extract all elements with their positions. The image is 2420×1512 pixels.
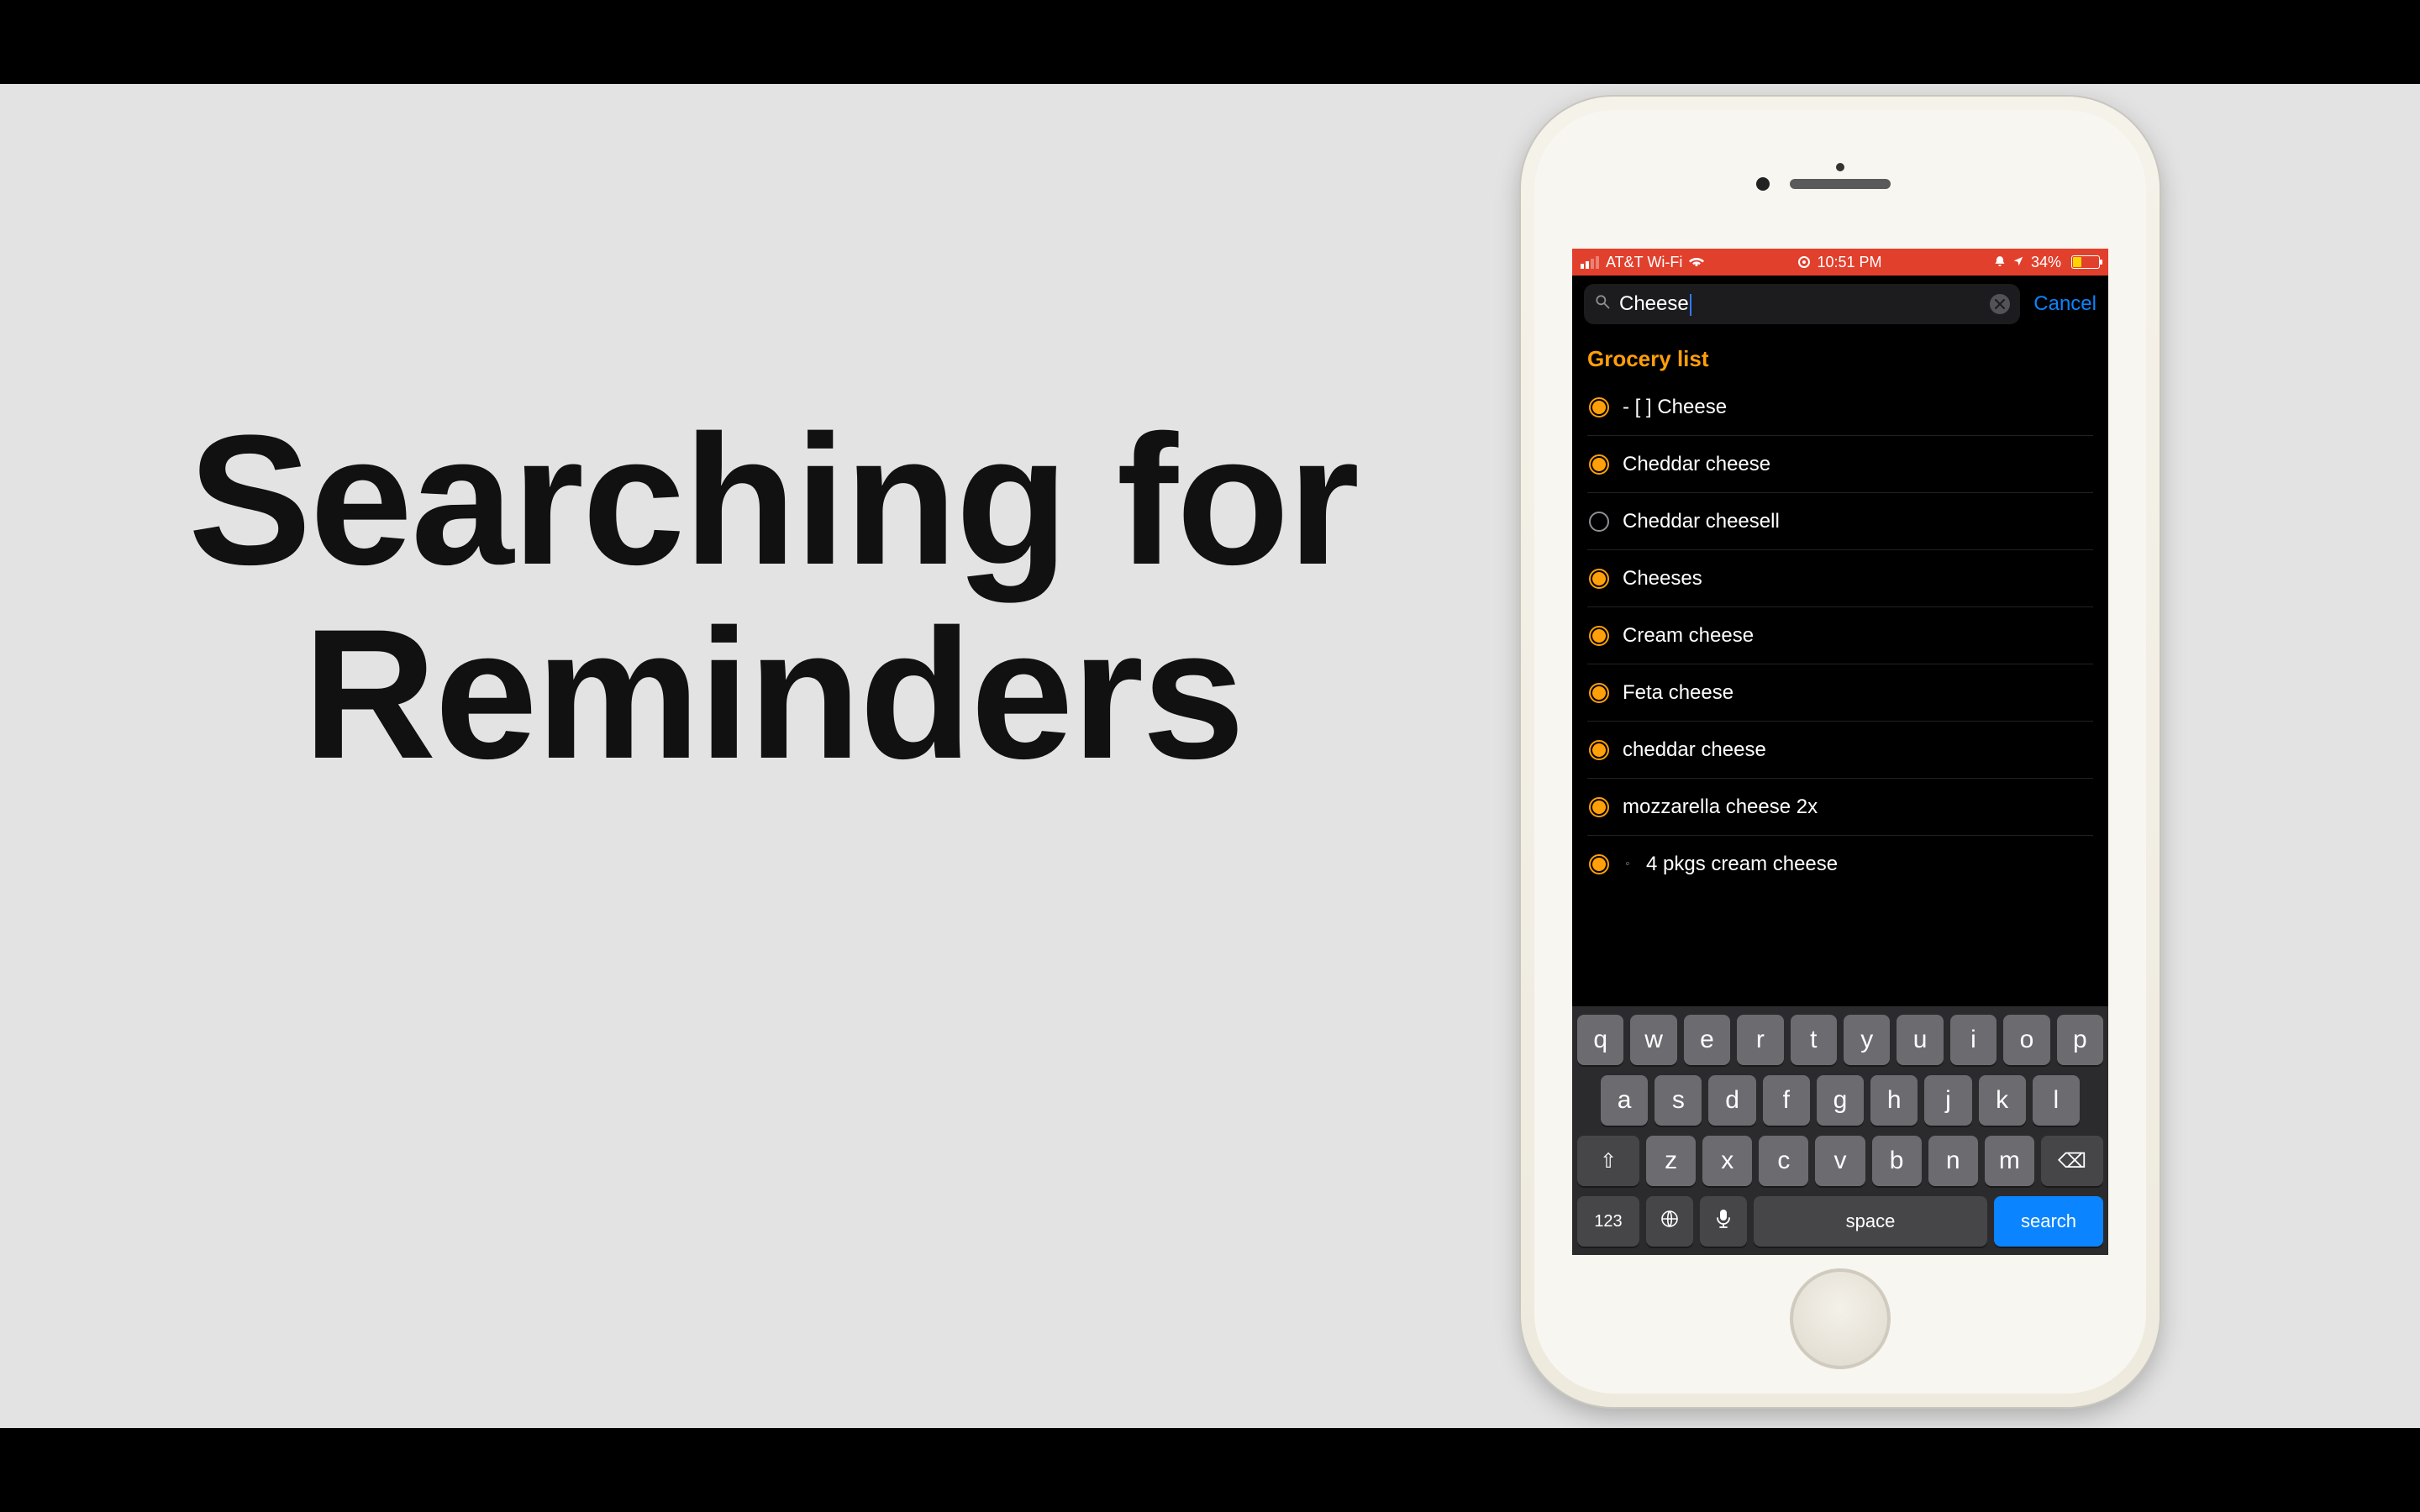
results-section-title: Grocery list xyxy=(1587,338,2093,379)
key-f[interactable]: f xyxy=(1763,1075,1810,1126)
key-y[interactable]: y xyxy=(1844,1015,1890,1065)
reminder-checkbox[interactable] xyxy=(1589,854,1609,874)
reminder-label: - [ ] Cheese xyxy=(1623,396,1727,419)
sub-item-bullet: ◦ xyxy=(1623,857,1633,872)
key-r[interactable]: r xyxy=(1737,1015,1783,1065)
key-w[interactable]: w xyxy=(1630,1015,1676,1065)
cellular-signal-icon xyxy=(1581,256,1599,269)
reminder-checkbox[interactable] xyxy=(1589,569,1609,589)
globe-key[interactable] xyxy=(1646,1196,1693,1247)
list-item[interactable]: Cheddar cheesell xyxy=(1587,493,2093,550)
reminder-checkbox[interactable] xyxy=(1589,454,1609,475)
iphone-bezel: AT&T Wi-Fi 10:51 PM xyxy=(1534,110,2146,1394)
key-x[interactable]: x xyxy=(1702,1136,1752,1186)
key-h[interactable]: h xyxy=(1870,1075,1918,1126)
list-item[interactable]: mozzarella cheese 2x xyxy=(1587,779,2093,836)
earpiece-speaker xyxy=(1790,179,1891,189)
reminder-checkbox[interactable] xyxy=(1589,740,1609,760)
reminder-label: Feta cheese xyxy=(1623,681,1733,705)
backspace-key[interactable]: ⌫ xyxy=(2041,1136,2103,1186)
shift-icon: ⇧ xyxy=(1600,1149,1617,1173)
search-bar: Cheese Cancel xyxy=(1572,276,2108,333)
reminder-label: Cheeses xyxy=(1623,567,1702,591)
reminder-checkbox[interactable] xyxy=(1589,797,1609,817)
list-item[interactable]: cheddar cheese xyxy=(1587,722,2093,779)
key-a[interactable]: a xyxy=(1601,1075,1648,1126)
cancel-button[interactable]: Cancel xyxy=(2033,292,2096,316)
reminder-checkbox[interactable] xyxy=(1589,397,1609,417)
reminder-checkbox[interactable] xyxy=(1589,512,1609,532)
key-m[interactable]: m xyxy=(1985,1136,2034,1186)
dictation-key[interactable] xyxy=(1700,1196,1747,1247)
key-n[interactable]: n xyxy=(1928,1136,1978,1186)
reminder-label: Cheddar cheesell xyxy=(1623,510,1780,533)
space-key[interactable]: space xyxy=(1754,1196,1987,1247)
clear-search-button[interactable] xyxy=(1990,294,2010,314)
letterbox-bottom xyxy=(0,1428,2420,1512)
key-u[interactable]: u xyxy=(1897,1015,1943,1065)
list-item[interactable]: ◦ 4 pkgs cream cheese xyxy=(1587,836,2093,893)
title-line-1: Searching for xyxy=(143,403,1403,597)
home-button[interactable] xyxy=(1791,1269,1890,1368)
key-q[interactable]: q xyxy=(1577,1015,1623,1065)
reminder-label: 4 pkgs cream cheese xyxy=(1646,853,1838,876)
key-z[interactable]: z xyxy=(1646,1136,1696,1186)
microphone-icon xyxy=(1715,1209,1732,1235)
text-caret xyxy=(1690,294,1691,316)
key-v[interactable]: v xyxy=(1815,1136,1865,1186)
key-j[interactable]: j xyxy=(1924,1075,1971,1126)
search-icon xyxy=(1594,293,1611,315)
battery-icon xyxy=(2068,255,2100,269)
key-p[interactable]: p xyxy=(2057,1015,2103,1065)
key-b[interactable]: b xyxy=(1872,1136,1922,1186)
recording-indicator-icon xyxy=(1798,256,1810,268)
key-g[interactable]: g xyxy=(1817,1075,1864,1126)
list-item[interactable]: - [ ] Cheese xyxy=(1587,379,2093,436)
key-t[interactable]: t xyxy=(1791,1015,1837,1065)
battery-pct-label: 34% xyxy=(2031,254,2061,271)
reminder-label: Cheddar cheese xyxy=(1623,453,1770,476)
wifi-icon xyxy=(1689,254,1704,271)
alarm-icon xyxy=(1994,254,2006,271)
clock-label: 10:51 PM xyxy=(1817,254,1881,271)
list-item[interactable]: Feta cheese xyxy=(1587,664,2093,722)
location-icon xyxy=(2012,254,2024,271)
reminder-label: Cream cheese xyxy=(1623,624,1754,648)
key-k[interactable]: k xyxy=(1979,1075,2026,1126)
reminder-checkbox[interactable] xyxy=(1589,683,1609,703)
reminder-label: cheddar cheese xyxy=(1623,738,1766,762)
slide-stage: Searching for Reminders AT&T Wi-Fi xyxy=(0,84,2420,1428)
numbers-key[interactable]: 123 xyxy=(1577,1196,1639,1247)
list-item[interactable]: Cheeses xyxy=(1587,550,2093,607)
key-i[interactable]: i xyxy=(1950,1015,1996,1065)
iphone-frame: AT&T Wi-Fi 10:51 PM xyxy=(1521,97,2160,1407)
key-s[interactable]: s xyxy=(1655,1075,1702,1126)
search-input[interactable]: Cheese xyxy=(1584,284,2020,324)
letterbox-top xyxy=(0,0,2420,84)
list-item[interactable]: Cream cheese xyxy=(1587,607,2093,664)
key-e[interactable]: e xyxy=(1684,1015,1730,1065)
list-item[interactable]: Cheddar cheese xyxy=(1587,436,2093,493)
slide-title: Searching for Reminders xyxy=(143,403,1403,791)
carrier-label: AT&T Wi-Fi xyxy=(1606,254,1682,271)
status-bar: AT&T Wi-Fi 10:51 PM xyxy=(1572,249,2108,276)
key-l[interactable]: l xyxy=(2033,1075,2080,1126)
shift-key[interactable]: ⇧ xyxy=(1577,1136,1639,1186)
key-d[interactable]: d xyxy=(1708,1075,1755,1126)
phone-screen: AT&T Wi-Fi 10:51 PM xyxy=(1572,249,2108,1255)
globe-icon xyxy=(1660,1209,1680,1235)
key-o[interactable]: o xyxy=(2003,1015,2049,1065)
key-c[interactable]: c xyxy=(1759,1136,1808,1186)
front-camera xyxy=(1836,163,1844,171)
search-text: Cheese xyxy=(1619,292,1981,316)
backspace-icon: ⌫ xyxy=(2058,1149,2086,1173)
title-line-2: Reminders xyxy=(143,597,1403,791)
reminder-checkbox[interactable] xyxy=(1589,626,1609,646)
search-results: Grocery list - [ ] Cheese Cheddar cheese C… xyxy=(1572,333,2108,893)
search-key[interactable]: search xyxy=(1994,1196,2103,1247)
on-screen-keyboard: qwertyuiop asdfghjkl ⇧ zxcvbnm ⌫ 123 xyxy=(1572,1006,2108,1255)
proximity-sensor xyxy=(1756,177,1770,191)
reminder-label: mozzarella cheese 2x xyxy=(1623,795,1818,819)
